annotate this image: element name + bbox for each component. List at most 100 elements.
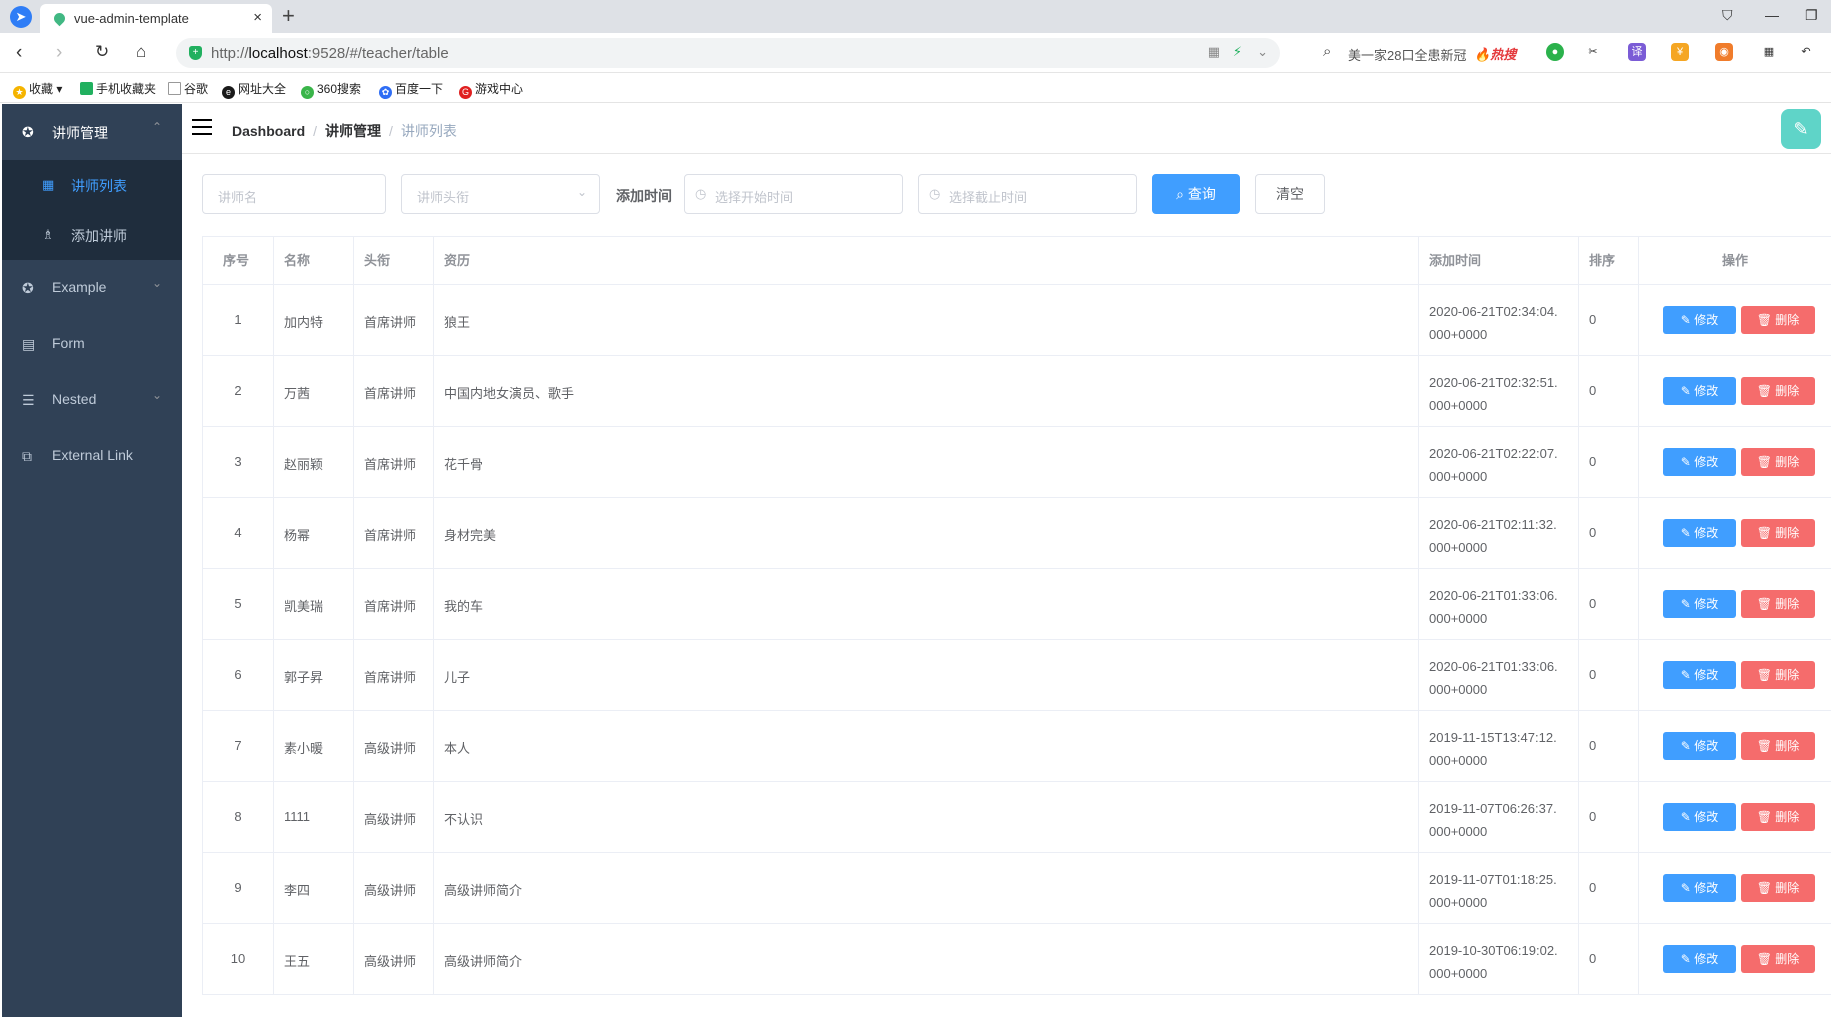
search-360-icon: ○: [301, 86, 314, 99]
undo-icon[interactable]: ↶: [1797, 43, 1815, 61]
game-icon[interactable]: ◉: [1715, 43, 1733, 61]
cell-actions: ✎ 修改 🗑 删除: [1639, 356, 1831, 427]
chevron-down-icon: ⌄: [576, 185, 587, 199]
close-tab-icon[interactable]: ×: [253, 9, 262, 26]
sidebar-item-add-teacher[interactable]: ♗ 添加讲师: [2, 210, 182, 260]
edit-icon: ✎: [1680, 455, 1695, 469]
delete-button[interactable]: 🗑 删除: [1741, 732, 1815, 760]
edit-icon: ✎: [1680, 739, 1695, 753]
delete-button[interactable]: 🗑 删除: [1741, 448, 1815, 476]
sidebar-group-teacher[interactable]: ✪ 讲师管理 ⌃: [2, 104, 182, 160]
home-icon[interactable]: ⌂: [136, 42, 146, 62]
header-index: 序号: [203, 237, 274, 285]
reload-icon[interactable]: ↻: [95, 42, 109, 62]
cell-sort: 0: [1579, 498, 1639, 569]
browser-search[interactable]: ⌕ 美一家28口全患新冠 🔥热搜: [1318, 39, 1528, 67]
start-time-picker[interactable]: ◷ 选择开始时间: [684, 174, 903, 214]
cell-name: 素小暖: [274, 711, 354, 782]
delete-button[interactable]: 🗑 删除: [1741, 661, 1815, 689]
edit-button[interactable]: ✎ 修改: [1663, 590, 1736, 618]
apps-grid-icon[interactable]: ▦: [1760, 43, 1778, 61]
trash-icon: 🗑: [1756, 810, 1776, 824]
clock-icon: ◷: [695, 186, 707, 201]
cell-time: 2019-10-30T06:19:02. 000+0000: [1419, 924, 1579, 995]
sidebar-item-label: 添加讲师: [71, 228, 127, 244]
wechat-icon[interactable]: ●: [1546, 43, 1564, 61]
sidebar-item-teacher-list[interactable]: ▦ 讲师列表: [2, 160, 182, 210]
cell-intro: 狼王: [434, 285, 1419, 356]
cell-sort: 0: [1579, 711, 1639, 782]
edit-button[interactable]: ✎ 修改: [1663, 519, 1736, 547]
trash-icon: 🗑: [1756, 739, 1776, 753]
delete-button[interactable]: 🗑 删除: [1741, 803, 1815, 831]
bookmark-games[interactable]: G 游戏中心: [459, 80, 523, 99]
restore-icon[interactable]: ❐: [1805, 7, 1818, 24]
teacher-level-select[interactable]: 讲师头衔 ⌄: [401, 174, 600, 214]
delete-button[interactable]: 🗑 删除: [1741, 590, 1815, 618]
sidebar-item-label: External Link: [52, 447, 133, 463]
forward-icon[interactable]: ›: [56, 42, 62, 64]
hamburger-icon[interactable]: [192, 119, 212, 135]
phone-icon: [80, 82, 93, 95]
edit-button[interactable]: ✎ 修改: [1663, 306, 1736, 334]
back-icon[interactable]: ‹: [16, 42, 22, 64]
edit-button[interactable]: ✎ 修改: [1663, 874, 1736, 902]
bookmark-mobile[interactable]: 手机收藏夹: [80, 80, 156, 97]
breadcrumb-dashboard[interactable]: Dashboard: [232, 123, 305, 139]
chevron-down-icon[interactable]: ⌄: [1257, 44, 1268, 60]
cell-time: 2020-06-21T02:32:51. 000+0000: [1419, 356, 1579, 427]
delete-button[interactable]: 🗑 删除: [1741, 519, 1815, 547]
edit-button[interactable]: ✎ 修改: [1663, 803, 1736, 831]
edit-icon: ✎: [1680, 384, 1695, 398]
teacher-submenu: ▦ 讲师列表 ♗ 添加讲师: [2, 160, 182, 260]
new-tab-icon[interactable]: +: [282, 3, 295, 29]
cell-level: 高级讲师: [354, 924, 434, 995]
end-time-picker[interactable]: ◷ 选择截止时间: [918, 174, 1137, 214]
globe-icon: e: [222, 86, 235, 99]
delete-button[interactable]: 🗑 删除: [1741, 874, 1815, 902]
delete-button[interactable]: 🗑 删除: [1741, 945, 1815, 973]
bookmark-directory[interactable]: e 网址大全: [222, 80, 286, 99]
edit-button[interactable]: ✎ 修改: [1663, 661, 1736, 689]
bookmark-360[interactable]: ○ 360搜索: [301, 80, 361, 99]
qr-code-icon[interactable]: ▦: [1208, 44, 1220, 60]
sidebar-item-form[interactable]: ▤ Form: [2, 316, 182, 372]
edit-button[interactable]: ✎ 修改: [1663, 945, 1736, 973]
edit-button[interactable]: ✎ 修改: [1663, 448, 1736, 476]
minimize-icon[interactable]: —: [1765, 7, 1779, 23]
scissors-icon[interactable]: ✂: [1584, 43, 1602, 61]
query-button[interactable]: ⌕ 查询: [1152, 174, 1240, 214]
bookmark-baidu[interactable]: ✿ 百度一下: [379, 80, 443, 99]
bookmark-google[interactable]: 谷歌: [168, 80, 208, 97]
cell-intro: 儿子: [434, 640, 1419, 711]
sidebar-item-external-link[interactable]: ⧉ External Link: [2, 428, 182, 484]
clear-button[interactable]: 清空: [1255, 174, 1325, 214]
delete-button[interactable]: 🗑 删除: [1741, 306, 1815, 334]
coupon-icon[interactable]: ¥: [1671, 43, 1689, 61]
table-row: 1 加内特 首席讲师 狼王 2020-06-21T02:34:04. 000+00…: [203, 285, 1831, 356]
browser-logo-icon[interactable]: ➤: [10, 6, 32, 28]
secure-shield-icon: +: [189, 46, 202, 60]
cell-intro: 本人: [434, 711, 1419, 782]
avatar[interactable]: ✎: [1781, 109, 1821, 149]
url-input[interactable]: + http://localhost:9528/#/teacher/table …: [176, 38, 1280, 68]
external-link-icon: ⧉: [22, 448, 32, 464]
edit-button[interactable]: ✎ 修改: [1663, 732, 1736, 760]
cell-index: 7: [203, 711, 274, 782]
bookmark-favorites[interactable]: ★ 收藏 ▾: [13, 80, 62, 99]
sidebar-item-nested[interactable]: ☰ Nested ⌄: [2, 372, 182, 428]
sidebar-item-example[interactable]: ✪ Example ⌄: [2, 260, 182, 316]
browser-tab[interactable]: vue-admin-template ×: [40, 4, 272, 33]
teacher-name-input[interactable]: 讲师名: [202, 174, 386, 214]
cell-time: 2019-11-07T06:26:37. 000+0000: [1419, 782, 1579, 853]
lightning-icon[interactable]: ⚡: [1233, 44, 1242, 60]
browser-tab-bar: ➤ vue-admin-template × + ⛉ — ❐: [0, 0, 1831, 33]
shirt-icon[interactable]: ⛉: [1722, 7, 1733, 24]
edit-button[interactable]: ✎ 修改: [1663, 377, 1736, 405]
cell-level: 首席讲师: [354, 427, 434, 498]
delete-button[interactable]: 🗑 删除: [1741, 377, 1815, 405]
cell-intro: 高级讲师简介: [434, 924, 1419, 995]
edit-icon: ✎: [1680, 526, 1695, 540]
translate-icon[interactable]: 译: [1628, 43, 1646, 61]
header-actions: 操作: [1639, 237, 1831, 285]
